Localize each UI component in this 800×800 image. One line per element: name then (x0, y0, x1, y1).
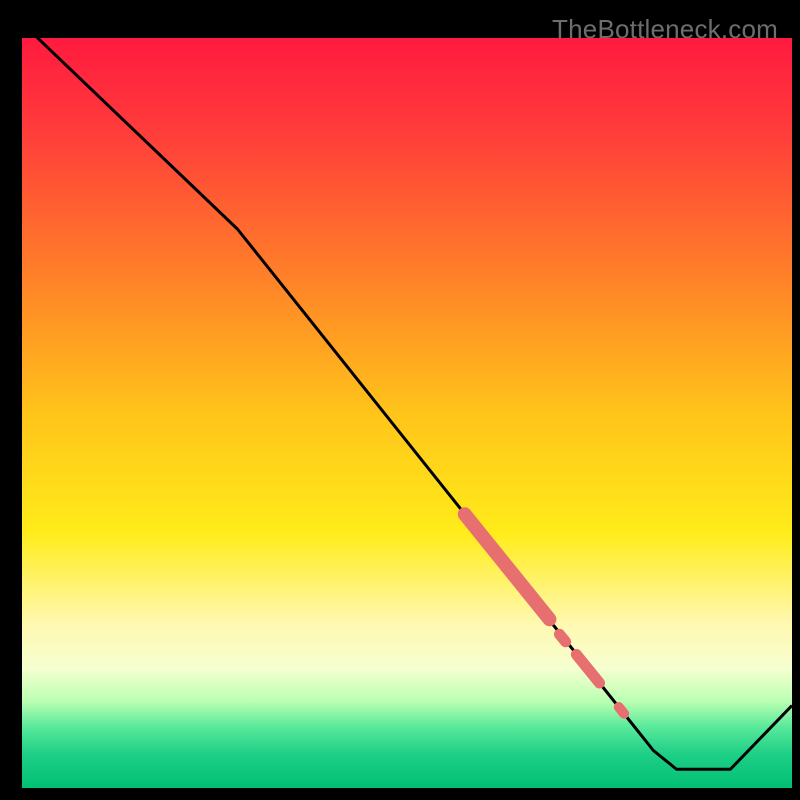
gradient-background (22, 38, 792, 788)
highlight-segment (559, 634, 565, 642)
chart-plot-area (22, 38, 792, 788)
chart-frame: TheBottleneck.com (8, 8, 792, 792)
chart-svg (22, 38, 792, 788)
highlight-segment (619, 707, 624, 714)
